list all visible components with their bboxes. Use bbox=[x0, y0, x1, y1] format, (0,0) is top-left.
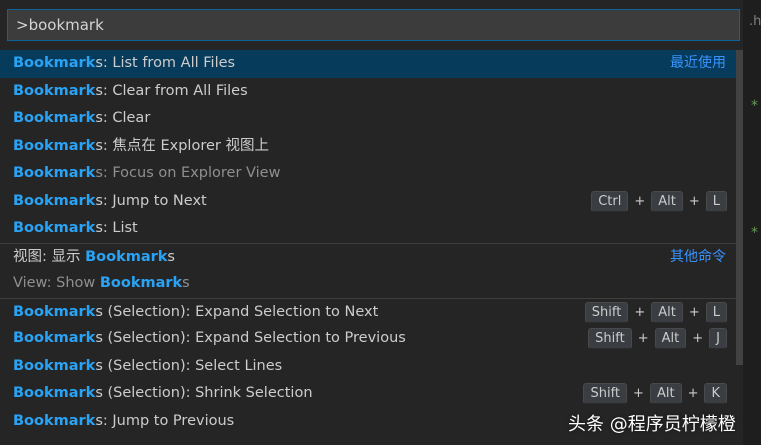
command-text: s (Selection): Expand Selection to Previ… bbox=[95, 330, 406, 346]
command-item[interactable]: Bookmarks (Selection): Expand Selection … bbox=[0, 325, 736, 353]
key-cap: K bbox=[704, 383, 727, 405]
command-match-highlight: Bookmark bbox=[13, 357, 96, 374]
editor-code-mark: * bbox=[751, 225, 758, 241]
command-text: s: List bbox=[95, 220, 138, 236]
command-item[interactable]: Bookmarks (Selection): Shrink Selection S… bbox=[0, 380, 736, 408]
key-cap: Shift bbox=[584, 301, 629, 323]
command-text: s: Clear bbox=[95, 110, 151, 126]
command-prefix: 视图: 显示 bbox=[13, 248, 86, 265]
command-match-highlight: Bookmark bbox=[13, 110, 96, 126]
command-text: s: List from All Files bbox=[95, 55, 236, 71]
command-item[interactable]: Bookmarks: List bbox=[0, 215, 736, 243]
command-match-highlight: Bookmark bbox=[13, 55, 96, 71]
command-label: Bookmarks: List bbox=[13, 220, 138, 236]
command-label: Bookmarks (Selection): Expand Selection … bbox=[13, 330, 406, 346]
command-item[interactable]: Bookmarks: Focus on Explorer View bbox=[0, 160, 736, 188]
key-cap: Shift bbox=[588, 328, 632, 350]
command-text: s (Selection): Shrink Selection bbox=[95, 385, 313, 401]
key-cap: Ctrl bbox=[591, 190, 629, 212]
command-list: Bookmarks: List from All Files 最近使用 Bookma… bbox=[0, 50, 736, 435]
command-text: s bbox=[167, 248, 175, 265]
command-item[interactable]: Bookmarks (Selection): Select Lines bbox=[0, 353, 736, 381]
command-text: s: Jump to Next bbox=[95, 192, 207, 209]
command-label: 视图: 显示 Bookmarks bbox=[13, 249, 175, 265]
command-label: View: Show Bookmarks bbox=[13, 275, 190, 291]
command-label: Bookmarks: 焦点在 Explorer 视图上 bbox=[13, 138, 269, 154]
command-text: s: Focus on Explorer View bbox=[95, 165, 281, 181]
key-cap: Alt bbox=[649, 383, 682, 405]
command-item[interactable]: Bookmarks: 焦点在 Explorer 视图上 bbox=[0, 133, 736, 161]
key-separator: + bbox=[688, 304, 700, 320]
key-cap: J bbox=[709, 328, 727, 350]
editor-tab-fragment: .h bbox=[749, 14, 761, 29]
command-label: Bookmarks: Clear from All Files bbox=[13, 83, 248, 99]
key-cap: Alt bbox=[654, 328, 687, 350]
command-text: s bbox=[182, 275, 190, 291]
list-scrollbar[interactable] bbox=[736, 50, 743, 365]
command-item[interactable]: View: Show Bookmarks bbox=[0, 270, 736, 298]
key-separator: + bbox=[688, 193, 700, 209]
command-item[interactable]: Bookmarks: Jump to Next Ctrl + Alt + L bbox=[0, 188, 736, 216]
command-label: Bookmarks: Focus on Explorer View bbox=[13, 165, 280, 181]
command-text: s: 焦点在 Explorer 视图上 bbox=[95, 137, 269, 154]
command-text: s: Clear from All Files bbox=[95, 82, 248, 99]
command-match-highlight: Bookmark bbox=[13, 303, 96, 320]
command-match-highlight: Bookmark bbox=[85, 248, 168, 265]
command-item[interactable]: Bookmarks (Selection): Expand Selection … bbox=[0, 297, 736, 327]
command-prefix: View: Show bbox=[13, 275, 100, 291]
watermark: 头条 @程序员柠檬橙 bbox=[568, 414, 736, 435]
command-label: Bookmarks: List from All Files bbox=[13, 55, 235, 71]
command-item[interactable]: Bookmarks: Clear bbox=[0, 105, 736, 133]
command-label: Bookmarks: Jump to Previous bbox=[13, 413, 234, 429]
command-item[interactable]: Bookmarks: List from All Files 最近使用 bbox=[0, 50, 736, 78]
command-label: Bookmarks: Jump to Next bbox=[13, 193, 207, 209]
command-item[interactable]: Bookmarks: Clear from All Files bbox=[0, 78, 736, 106]
command-input-box bbox=[7, 9, 740, 41]
key-cap: Shift bbox=[583, 383, 628, 405]
command-text: s (Selection): Expand Selection to Next bbox=[95, 303, 379, 320]
editor-code-mark: * bbox=[751, 98, 758, 114]
key-cap: L bbox=[705, 301, 727, 323]
command-text: s: Jump to Previous bbox=[95, 412, 235, 429]
key-cap: L bbox=[705, 190, 727, 212]
key-cap: Alt bbox=[651, 190, 683, 212]
command-label: Bookmarks (Selection): Select Lines bbox=[13, 358, 282, 374]
command-match-highlight: Bookmark bbox=[13, 82, 96, 99]
command-item[interactable]: 视图: 显示 Bookmarks 其他命令 bbox=[0, 242, 736, 271]
command-label: Bookmarks (Selection): Expand Selection … bbox=[13, 304, 378, 320]
key-separator: + bbox=[634, 304, 646, 320]
command-match-highlight: Bookmark bbox=[13, 165, 96, 181]
command-palette: Bookmarks: List from All Files最近使用Bookma… bbox=[0, 0, 743, 445]
key-separator: + bbox=[634, 193, 646, 209]
command-match-highlight: Bookmark bbox=[99, 275, 183, 291]
editor-peek: .h * * bbox=[743, 0, 761, 445]
command-group-tag: 其他命令 bbox=[670, 248, 726, 265]
key-separator: + bbox=[692, 331, 704, 346]
command-match-highlight: Bookmark bbox=[13, 385, 96, 401]
command-match-highlight: Bookmark bbox=[13, 330, 96, 346]
command-text: s (Selection): Select Lines bbox=[95, 357, 283, 374]
key-separator: + bbox=[637, 331, 649, 346]
command-match-highlight: Bookmark bbox=[13, 412, 96, 429]
command-label: Bookmarks (Selection): Shrink Selection bbox=[13, 385, 313, 401]
key-cap: Alt bbox=[651, 301, 683, 323]
keybinding: Shift + Alt + L bbox=[584, 299, 727, 327]
key-separator: + bbox=[633, 386, 644, 401]
command-match-highlight: Bookmark bbox=[13, 137, 96, 154]
command-label: Bookmarks: Clear bbox=[13, 110, 150, 126]
command-input[interactable] bbox=[8, 10, 739, 40]
command-match-highlight: Bookmark bbox=[13, 220, 96, 236]
command-match-highlight: Bookmark bbox=[13, 192, 96, 209]
keybinding: Ctrl + Alt + L bbox=[591, 188, 727, 216]
key-separator: + bbox=[687, 386, 699, 401]
command-group-tag: 最近使用 bbox=[670, 55, 726, 71]
keybinding: Shift + Alt + J bbox=[588, 325, 727, 353]
keybinding: Shift + Alt + K bbox=[583, 380, 727, 408]
